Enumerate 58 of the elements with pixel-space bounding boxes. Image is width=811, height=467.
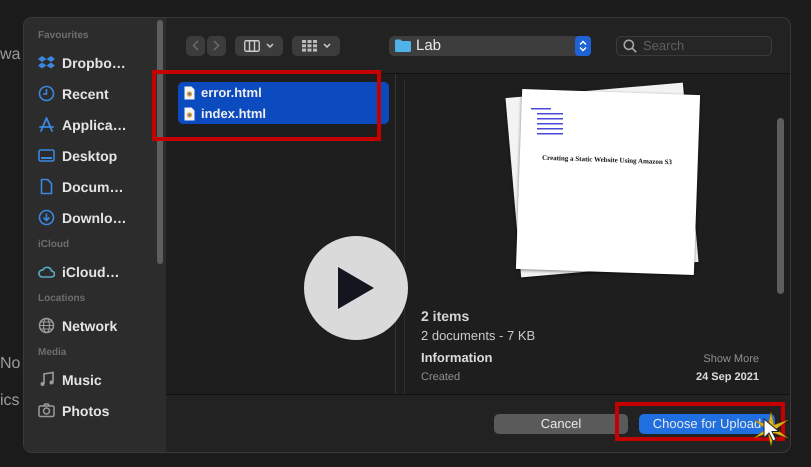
- caret-icon: [266, 43, 274, 48]
- background-text: ics: [0, 392, 20, 410]
- html-file-icon: [184, 86, 195, 100]
- column-view-button[interactable]: [235, 36, 283, 56]
- search-field[interactable]: Search: [616, 36, 772, 56]
- background-text: No: [0, 355, 20, 373]
- music-note-icon: [38, 371, 55, 388]
- scrollbar[interactable]: [157, 20, 163, 264]
- cancel-button[interactable]: Cancel: [494, 414, 628, 434]
- download-icon: [38, 209, 55, 226]
- globe-icon: [38, 317, 55, 334]
- sidebar-item[interactable]: Applica…: [62, 116, 127, 132]
- info-label: Created: [421, 371, 460, 383]
- choose-button[interactable]: Choose for Upload: [639, 414, 775, 434]
- columns-icon: [244, 40, 260, 52]
- desktop-icon: [38, 147, 55, 164]
- up-down-chevron-icon: [579, 40, 587, 52]
- info-value: 24 Sep 2021: [696, 371, 759, 383]
- group-view-button[interactable]: [292, 36, 340, 56]
- camera-icon: [38, 402, 55, 419]
- scrollbar[interactable]: [777, 118, 784, 294]
- sidebar-item[interactable]: Music: [62, 372, 102, 388]
- info-heading: Information: [421, 350, 492, 365]
- forward-button[interactable]: [207, 36, 226, 56]
- sidebar-heading: Locations: [38, 293, 86, 306]
- file-item[interactable]: index.html: [178, 103, 389, 124]
- folder-name: Lab: [416, 37, 442, 54]
- search-icon: [623, 38, 637, 52]
- folder-icon: [395, 39, 411, 52]
- sidebar-item[interactable]: Dropbo…: [62, 54, 126, 70]
- sidebar-item[interactable]: Photos: [62, 402, 110, 418]
- file-item[interactable]: error.html: [178, 82, 389, 103]
- document-icon: [38, 178, 55, 195]
- sidebar-item[interactable]: Downlo…: [62, 210, 127, 226]
- caret-icon: [322, 43, 330, 48]
- sidebar-heading: iCloud: [38, 239, 70, 252]
- show-more-link[interactable]: Show More: [703, 353, 759, 365]
- app-store-icon: [38, 116, 55, 133]
- cursor-icon: [763, 418, 779, 442]
- sidebar-item[interactable]: Network: [62, 318, 118, 334]
- clock-icon: [38, 85, 55, 102]
- sidebar-item[interactable]: iCloud…: [62, 264, 120, 280]
- chevron-left-icon: [192, 40, 199, 51]
- sidebar-heading: Favourites: [38, 30, 90, 43]
- chevron-right-icon: [213, 40, 220, 51]
- back-button[interactable]: [186, 36, 205, 56]
- background-text: wa: [0, 46, 20, 64]
- item-count: 2 items: [421, 308, 470, 326]
- html-file-icon: [184, 106, 195, 120]
- sidebar-heading: Media: [38, 347, 68, 360]
- box-stack-icon: [38, 54, 55, 71]
- sidebar-item[interactable]: Desktop: [62, 148, 118, 164]
- location-dropdown[interactable]: Lab: [389, 36, 591, 56]
- item-size: 2 documents - 7 KB: [421, 328, 536, 345]
- sidebar-item[interactable]: Docum…: [62, 178, 124, 194]
- play-icon: [338, 267, 374, 309]
- grid-icon: [302, 40, 316, 52]
- sidebar-item[interactable]: Recent: [62, 86, 109, 102]
